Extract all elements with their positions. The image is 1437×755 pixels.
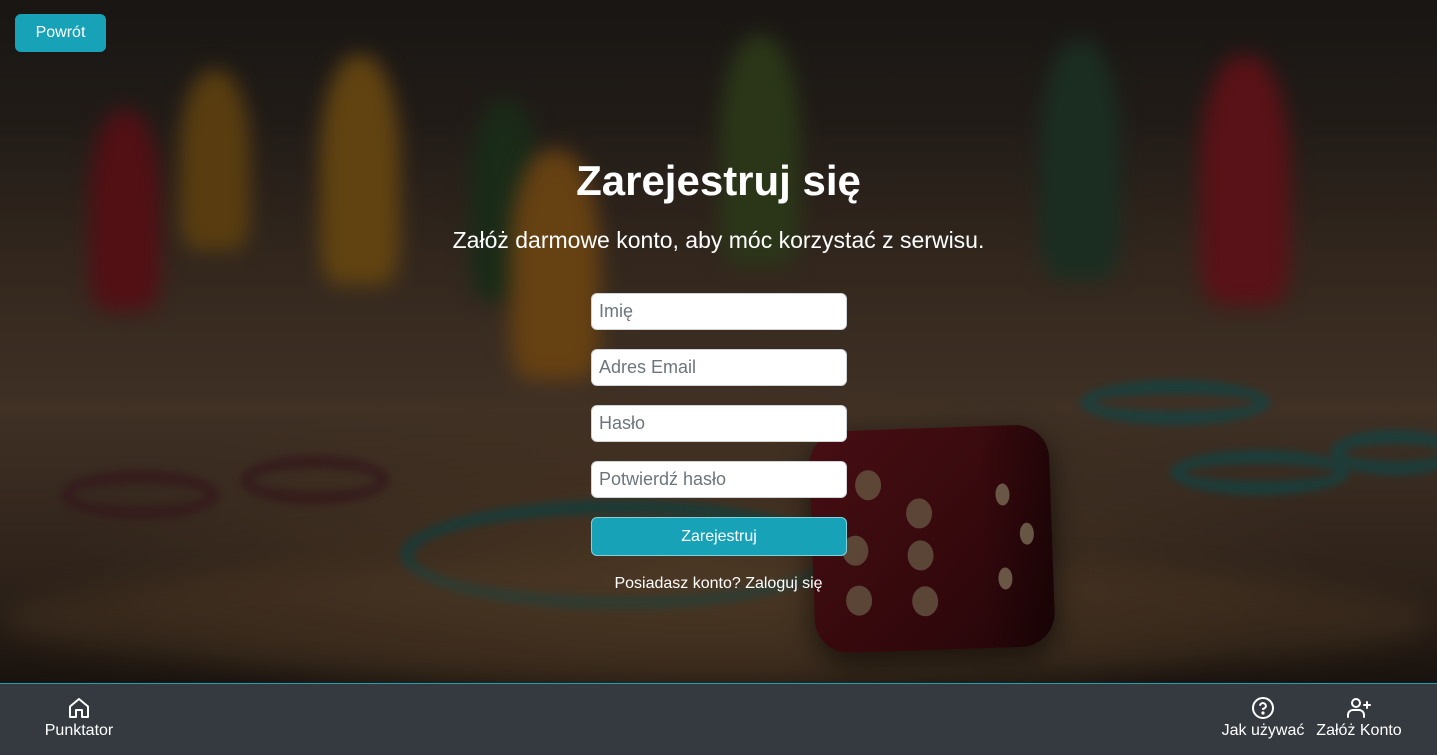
home-icon	[69, 698, 89, 718]
nav-item-label: Jak używać	[1221, 722, 1305, 739]
register-button[interactable]: Zarejestruj	[591, 517, 847, 556]
user-plus-icon	[1347, 698, 1371, 718]
nav-item-help[interactable]: Jak używać	[1218, 684, 1308, 755]
login-prompt: Posiadasz konto? Zaloguj się	[0, 575, 1437, 593]
bottom-nav: Punktator Jak używać Załóż Konto	[0, 683, 1437, 755]
nav-item-register[interactable]: Załóż Konto	[1313, 684, 1405, 755]
confirm-password-input[interactable]	[591, 461, 847, 498]
page-title: Zarejestruj się	[576, 157, 861, 204]
page-subtitle: Załóż darmowe konto, aby móc korzystać z…	[452, 227, 985, 253]
help-icon	[1252, 697, 1274, 719]
password-input[interactable]	[591, 405, 847, 442]
register-panel: Zarejestruj się Załóż darmowe konto, aby…	[0, 0, 1437, 683]
back-button[interactable]: Powrót	[15, 14, 106, 52]
nav-item-label: Załóż Konto	[1316, 722, 1402, 739]
nav-item-label: Punktator	[44, 722, 114, 739]
email-input[interactable]	[591, 349, 847, 386]
login-link[interactable]: Posiadasz konto? Zaloguj się	[614, 575, 822, 592]
name-input[interactable]	[591, 293, 847, 330]
nav-item-punktator[interactable]: Punktator	[40, 684, 118, 755]
